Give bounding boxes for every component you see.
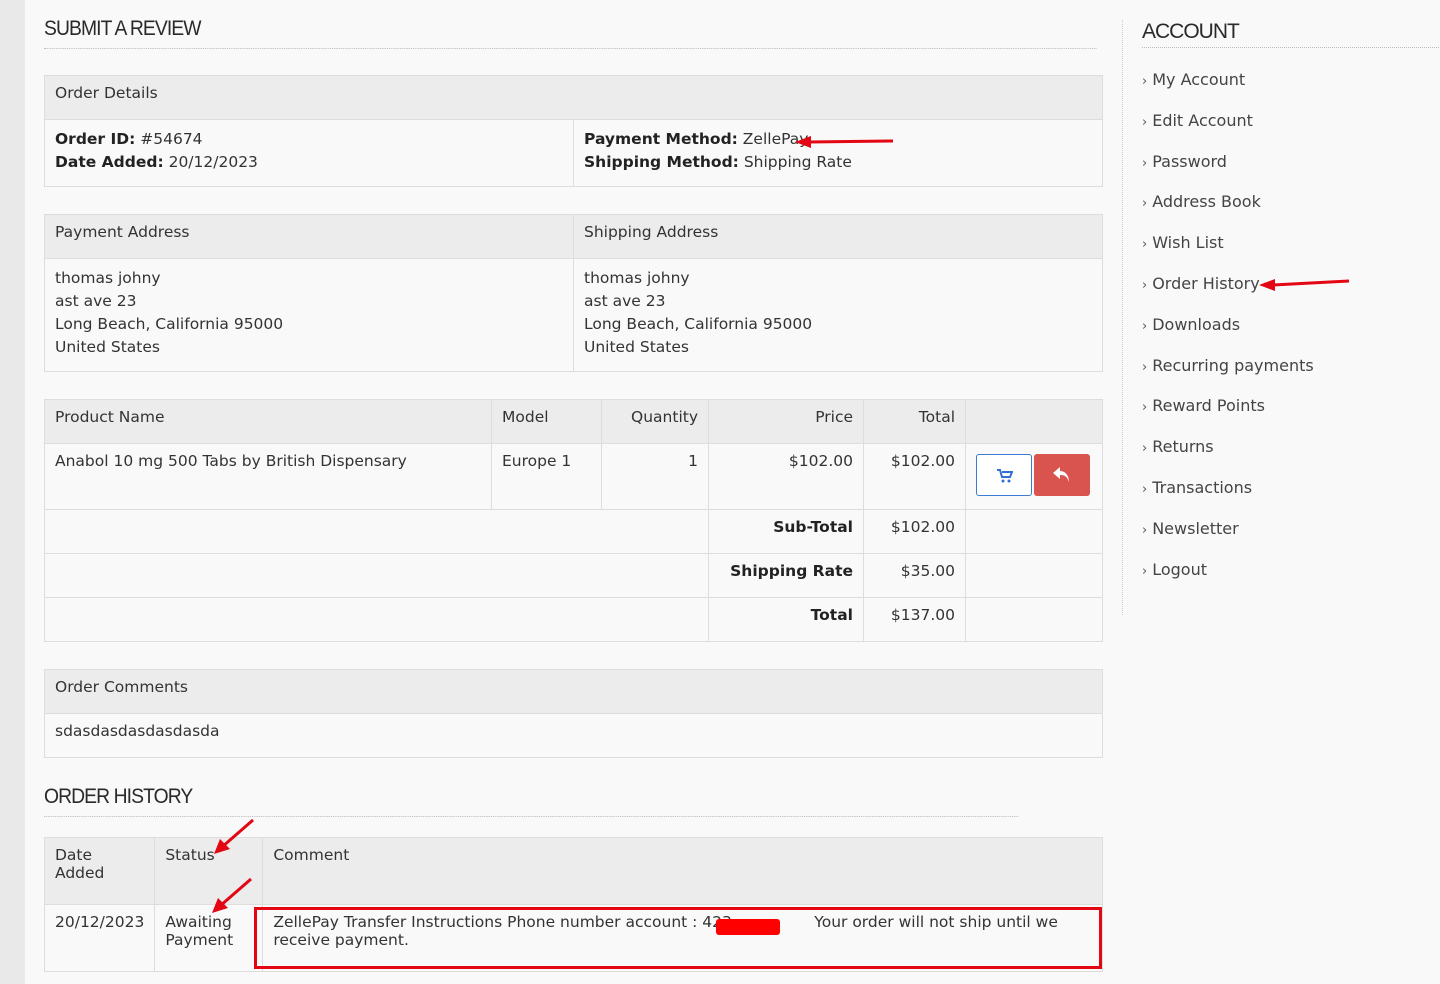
payment-method: ZellePay <box>742 130 809 148</box>
order-meta: Order ID: #54674 Date Added: 20/12/2023 <box>44 119 574 187</box>
product-name: Anabol 10 mg 500 Tabs by British Dispens… <box>44 443 492 510</box>
col-status: Status <box>154 837 264 905</box>
payment-address: thomas johny ast ave 23 Long Beach, Cali… <box>44 258 574 372</box>
shipping-address-header: Shipping Address <box>573 214 1103 259</box>
sidebar-item-recurring-payments[interactable]: › Recurring payments <box>1142 346 1440 387</box>
sidebar-item-reward-points[interactable]: › Reward Points <box>1142 386 1440 427</box>
product-price: $102.00 <box>708 443 864 510</box>
chevron-right-icon: › <box>1142 522 1148 538</box>
col-model: Model <box>491 399 602 444</box>
account-title: ACCOUNT <box>1142 20 1440 48</box>
main-content: SUBMIT A REVIEW Order Details Order ID: … <box>43 0 1103 972</box>
page-left-rail <box>0 0 25 984</box>
order-history-title: ORDER HISTORY <box>44 768 1019 817</box>
order-id: #54674 <box>140 130 203 148</box>
account-menu: › My Account › Edit Account › Password › Add… <box>1142 60 1440 590</box>
subtotal-value: $102.00 <box>863 509 966 554</box>
chevron-right-icon: › <box>1142 155 1148 171</box>
order-comments-header: Order Comments <box>44 669 1103 714</box>
col-quantity: Quantity <box>601 399 709 444</box>
review-title: SUBMIT A REVIEW <box>44 0 1097 49</box>
sidebar-item-returns[interactable]: › Returns <box>1142 427 1440 468</box>
subtotal-label: Sub-Total <box>773 518 853 536</box>
sidebar-item-logout[interactable]: › Logout <box>1142 550 1440 591</box>
chevron-right-icon: › <box>1142 400 1148 416</box>
account-sidebar: ACCOUNT › My Account › Edit Account › Passw… <box>1122 20 1440 615</box>
order-comments-text: sdasdasdasdasdasda <box>44 713 1103 758</box>
sidebar-item-address-book[interactable]: › Address Book <box>1142 182 1440 223</box>
chevron-right-icon: › <box>1142 481 1148 497</box>
col-price: Price <box>708 399 864 444</box>
sidebar-item-my-account[interactable]: › My Account <box>1142 60 1440 101</box>
reorder-button[interactable] <box>976 454 1032 496</box>
chevron-right-icon: › <box>1142 237 1148 253</box>
redaction-mark <box>716 919 780 935</box>
sidebar-item-password[interactable]: › Password <box>1142 142 1440 183</box>
col-date-added: Date Added <box>43 837 156 905</box>
product-actions <box>965 443 1103 510</box>
col-actions <box>965 399 1103 444</box>
subtotal-row: Sub-Total $102.00 <box>44 509 1103 554</box>
history-status: Awaiting Payment <box>154 904 264 972</box>
order-details-header: Order Details <box>44 75 1103 120</box>
shipping-value: $35.00 <box>863 553 966 598</box>
sidebar-item-edit-account[interactable]: › Edit Account <box>1142 101 1440 142</box>
history-comment: ZellePay Transfer Instructions Phone num… <box>262 904 1103 972</box>
products-table: Product Name Model Quantity Price Total … <box>44 399 1103 642</box>
chevron-right-icon: › <box>1142 441 1148 457</box>
product-total: $102.00 <box>863 443 966 510</box>
sidebar-item-transactions[interactable]: › Transactions <box>1142 468 1440 509</box>
product-quantity: 1 <box>601 443 709 510</box>
shipping-address: thomas johny ast ave 23 Long Beach, Cali… <box>573 258 1103 372</box>
chevron-right-icon: › <box>1142 196 1148 212</box>
order-details-table: Order Details Order ID: #54674 Date Adde… <box>44 75 1103 187</box>
total-row: Total $137.00 <box>44 597 1103 642</box>
table-row: Anabol 10 mg 500 Tabs by British Dispens… <box>44 443 1103 510</box>
col-total: Total <box>863 399 966 444</box>
sidebar-item-wish-list[interactable]: › Wish List <box>1142 223 1440 264</box>
total-label: Total <box>810 606 853 624</box>
shipping-row: Shipping Rate $35.00 <box>44 553 1103 598</box>
sidebar-item-downloads[interactable]: › Downloads <box>1142 305 1440 346</box>
chevron-right-icon: › <box>1142 359 1148 375</box>
history-date: 20/12/2023 <box>43 904 156 972</box>
shipping-label: Shipping Rate <box>730 562 853 580</box>
order-comments-table: Order Comments sdasdasdasdasdasda <box>44 669 1103 758</box>
payment-address-header: Payment Address <box>44 214 574 259</box>
address-table: Payment Address Shipping Address thomas … <box>44 214 1103 372</box>
sidebar-item-newsletter[interactable]: › Newsletter <box>1142 509 1440 550</box>
order-history-table: Date Added Status Comment 20/12/2023 Awa… <box>43 837 1103 972</box>
reply-icon <box>1053 467 1069 482</box>
order-methods: Payment Method: ZellePay Shipping Method… <box>573 119 1103 187</box>
product-model: Europe 1 <box>491 443 602 510</box>
chevron-right-icon: › <box>1142 563 1148 579</box>
col-comment: Comment <box>262 837 1103 905</box>
col-product-name: Product Name <box>44 399 492 444</box>
return-button[interactable] <box>1034 454 1090 496</box>
chevron-right-icon: › <box>1142 277 1148 293</box>
total-value: $137.00 <box>863 597 966 642</box>
date-added: 20/12/2023 <box>168 153 258 171</box>
shopping-cart-icon <box>997 469 1013 483</box>
table-row: 20/12/2023 Awaiting Payment ZellePay Tra… <box>43 904 1103 972</box>
chevron-right-icon: › <box>1142 114 1148 130</box>
shipping-method: Shipping Rate <box>743 153 852 171</box>
chevron-right-icon: › <box>1142 318 1148 334</box>
sidebar-item-order-history[interactable]: › Order History <box>1142 264 1440 305</box>
chevron-right-icon: › <box>1142 74 1148 89</box>
